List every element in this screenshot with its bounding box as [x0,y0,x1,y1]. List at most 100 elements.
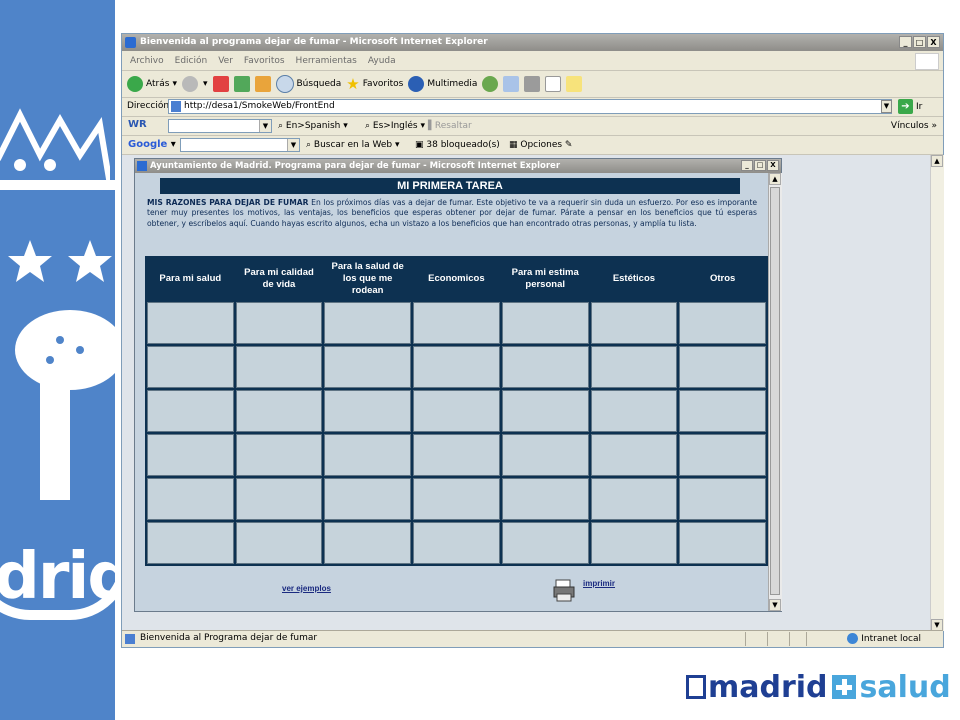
print-icon[interactable] [524,76,541,92]
reason-input-cell[interactable] [324,346,411,388]
reason-input-cell[interactable] [413,522,500,564]
reason-input-cell[interactable] [147,522,234,564]
reason-input-cell[interactable] [413,478,500,520]
popups-blocked-button[interactable]: ▣ 38 bloqueado(s) [415,140,500,150]
favorites-button[interactable]: ★ Favoritos [346,75,403,93]
reason-input-cell[interactable] [147,346,234,388]
scroll-up-icon[interactable]: ▲ [931,155,943,167]
popup-maximize-button[interactable]: □ [754,160,766,171]
wr-search-input[interactable]: ▼ [168,119,272,133]
chevron-down-icon[interactable]: ▾ [172,79,177,89]
reason-input-cell[interactable] [501,390,589,432]
messenger-icon[interactable] [566,76,583,92]
browser-scrollbar[interactable]: ▲ ▼ [930,155,944,631]
intro-paragraph: MIS RAZONES PARA DEJAR DE FUMAR En los p… [147,198,757,229]
reason-input-cell[interactable] [235,478,323,520]
address-input[interactable]: http://desa1/SmokeWeb/FrontEnd [168,99,892,114]
reason-input-cell[interactable] [324,302,411,344]
reason-input-cell[interactable] [235,302,323,344]
refresh-icon[interactable] [233,76,250,92]
menu-favoritos[interactable]: Favoritos [244,56,285,66]
reason-input-cell[interactable] [147,478,234,520]
es-ingles-button[interactable]: ⌕ Es>Inglés ▾ [365,121,425,131]
reason-input-cell[interactable] [679,302,766,344]
browser-titlebar: Bienvenida al programa dejar de fumar - … [122,34,943,51]
reason-input-cell[interactable] [413,346,500,388]
reason-input-cell[interactable] [501,302,589,344]
reason-input-cell[interactable] [679,390,766,432]
go-button[interactable]: ➔ Ir [898,99,922,114]
reason-input-cell[interactable] [324,478,411,520]
reason-input-cell[interactable] [679,478,766,520]
reason-input-cell[interactable] [235,346,323,388]
reason-input-cell[interactable] [501,522,589,564]
print-link[interactable]: imprimir [583,579,615,588]
see-examples-link[interactable]: ver ejemplos [282,584,331,593]
reason-input-cell[interactable] [235,390,323,432]
media-icon [408,76,425,92]
links-button[interactable]: Vínculos » [891,121,937,131]
mail-icon[interactable] [503,76,520,92]
printer-icon[interactable] [553,578,575,602]
reason-input-cell[interactable] [679,346,766,388]
reason-input-cell[interactable] [147,302,234,344]
options-button[interactable]: ▦ Opciones ✎ [509,140,572,150]
forward-button[interactable] [181,76,198,92]
history-icon[interactable] [482,76,499,92]
reason-input-cell[interactable] [147,434,234,476]
en-spanish-button[interactable]: ⌕ En>Spanish ▾ [278,121,348,131]
menu-ayuda[interactable]: Ayuda [368,56,396,66]
reason-input-cell[interactable] [501,434,589,476]
reason-input-cell[interactable] [590,302,678,344]
popup-minimize-button[interactable]: _ [741,160,753,171]
wordreference-toolbar: WR ▼ ⌕ En>Spanish ▾ ⌕ Es>Inglés ▾ ▌Resal… [122,117,943,136]
reason-input-cell[interactable] [501,346,589,388]
reason-input-cell[interactable] [235,522,323,564]
plus-icon [831,675,856,699]
wr-logo[interactable]: WR [128,119,147,130]
reason-input-cell[interactable] [590,478,678,520]
reason-input-cell[interactable] [147,390,234,432]
favorites-label: Favoritos [362,79,404,89]
reason-input-cell[interactable] [413,302,500,344]
reason-input-cell[interactable] [413,434,500,476]
security-zone: Intranet local [847,633,921,644]
address-dropdown[interactable]: ▼ [881,100,892,113]
menu-archivo[interactable]: Archivo [130,56,164,66]
reason-input-cell[interactable] [413,390,500,432]
menu-edicion[interactable]: Edición [175,56,208,66]
reason-input-cell[interactable] [590,434,678,476]
reason-input-cell[interactable] [501,478,589,520]
multimedia-button[interactable]: Multimedia [408,76,477,92]
close-button[interactable]: X [927,36,940,48]
scroll-thumb[interactable] [770,187,780,595]
search-web-button[interactable]: ⌕ Buscar en la Web ▾ [306,140,400,150]
google-search-input[interactable]: ▼ [180,138,300,152]
edit-icon[interactable] [545,76,562,92]
chevron-down-icon[interactable]: ▾ [203,79,208,89]
reason-input-cell[interactable] [679,434,766,476]
reason-input-cell[interactable] [235,434,323,476]
reason-input-cell[interactable] [679,522,766,564]
google-logo[interactable]: Google ▾ [128,139,176,150]
popup-close-button[interactable]: X [767,160,779,171]
reason-input-cell[interactable] [324,522,411,564]
search-button[interactable]: Búsqueda [275,75,341,93]
zone-label: Intranet local [861,633,921,644]
popup-scrollbar[interactable]: ▲ ▼ [768,173,782,611]
scroll-up-icon[interactable]: ▲ [769,173,781,185]
menu-ver[interactable]: Ver [218,56,233,66]
reason-input-cell[interactable] [590,522,678,564]
back-button[interactable]: Atrás ▾ [127,76,177,92]
menu-herramientas[interactable]: Herramientas [296,56,357,66]
maximize-button[interactable]: □ [913,36,926,48]
minimize-button[interactable]: _ [899,36,912,48]
reason-input-cell[interactable] [590,346,678,388]
reason-input-cell[interactable] [324,390,411,432]
home-icon[interactable] [254,76,271,92]
highlight-button[interactable]: ▌Resaltar [428,121,472,131]
reason-input-cell[interactable] [324,434,411,476]
stop-icon[interactable] [212,76,229,92]
scroll-down-icon[interactable]: ▼ [769,599,781,611]
reason-input-cell[interactable] [590,390,678,432]
